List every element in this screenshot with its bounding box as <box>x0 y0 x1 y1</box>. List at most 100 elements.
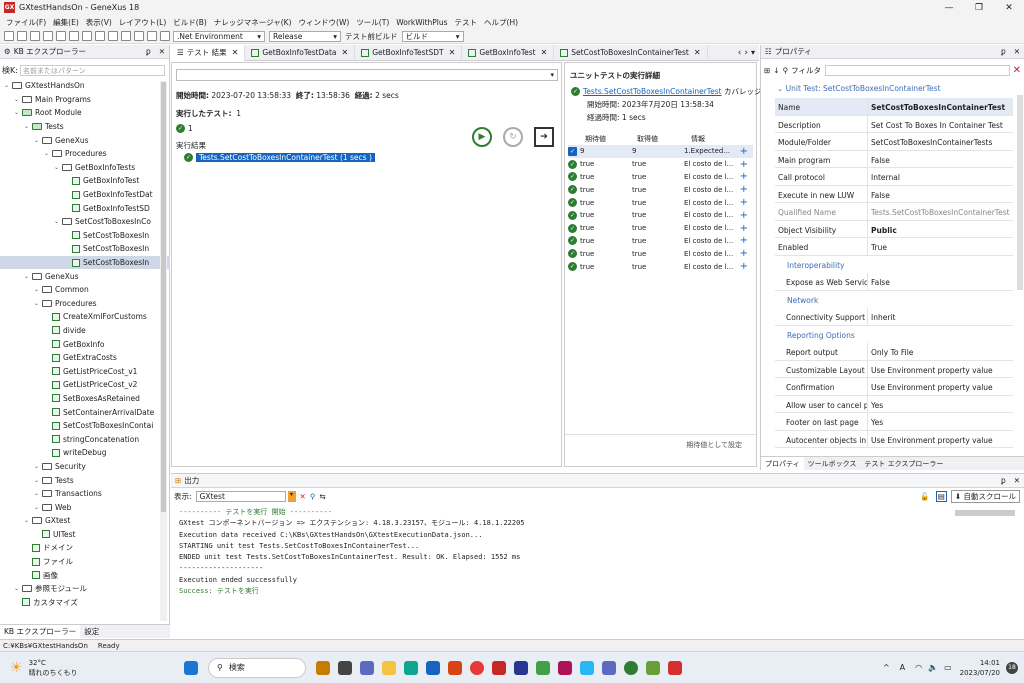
tabs-right-icon[interactable]: › <box>744 48 748 58</box>
plus-icon[interactable]: + <box>740 171 748 182</box>
property-row[interactable]: Description Set Cost To Boxes In Containe… <box>775 115 1013 133</box>
tab-getboxinfotestsdt[interactable]: GetBoxInfoTestSDT ✕ <box>355 44 463 61</box>
property-row[interactable]: Qualified Name Tests.SetCostToBoxesInCont… <box>775 203 1013 221</box>
property-row[interactable]: Allow user to cancel pro Yes <box>775 395 1013 413</box>
tree-item[interactable]: CreateXmlForCustoms <box>0 310 170 324</box>
redo-icon[interactable] <box>108 31 118 41</box>
property-filter-input[interactable] <box>824 64 1010 76</box>
test-result-item[interactable]: ✓ Tests.SetCostToBoxesInContainerTest (1… <box>184 153 375 162</box>
plus-icon[interactable]: + <box>740 223 748 234</box>
chevron-icon[interactable]: ⌄ <box>24 517 32 524</box>
close-icon[interactable]: ✕ <box>541 48 548 57</box>
tree-item[interactable]: ⌄ Root Module <box>0 106 170 120</box>
configuration-select[interactable]: Release ▾ <box>269 30 341 42</box>
plus-icon[interactable]: + <box>740 235 748 246</box>
chevron-icon[interactable]: ⌄ <box>54 164 62 171</box>
tree-item[interactable]: ⌄ Main Programs <box>0 93 170 107</box>
tree-item[interactable]: GetBoxInfo <box>0 337 170 351</box>
chevron-down-icon[interactable]: ▾ <box>287 490 296 502</box>
acrobat-icon[interactable] <box>668 660 682 675</box>
property-row[interactable]: Object Visibility Public <box>775 220 1013 238</box>
skype-icon[interactable] <box>580 660 594 675</box>
property-value[interactable]: Set Cost To Boxes In Container Test <box>868 116 1013 133</box>
tab-properties[interactable]: プロパティ <box>761 456 804 471</box>
property-row[interactable]: Customizable Layout Use Environment prope… <box>775 360 1013 378</box>
tree-item[interactable]: SetCostToBoxesIn <box>0 229 170 243</box>
menu-item[interactable]: 表示(V) <box>86 17 112 28</box>
task-view-icon[interactable] <box>338 660 352 675</box>
tab-getboxinfotest[interactable]: GetBoxInfoTest ✕ <box>462 44 555 61</box>
table-row[interactable]: ✓ true true El costo de l... + <box>568 158 753 171</box>
table-row[interactable]: ✓ true true El costo de l... + <box>568 235 753 248</box>
maximize-icon[interactable]: ❐ <box>964 0 994 15</box>
property-row[interactable]: Call protocol Internal <box>775 168 1013 186</box>
teams-chat-icon[interactable] <box>360 660 374 675</box>
outlook-icon[interactable] <box>426 660 440 675</box>
chevron-icon[interactable]: ⌄ <box>34 490 42 497</box>
menu-item[interactable]: ファイル(F) <box>6 17 46 28</box>
chrome-icon[interactable] <box>624 660 638 675</box>
tree-item[interactable]: ⌄ GeneXus <box>0 269 170 283</box>
property-row[interactable]: Autocenter objects in (C Use Environment … <box>775 430 1013 448</box>
open-icon[interactable] <box>17 31 27 41</box>
tree-item[interactable]: GetBoxInfoTestSD <box>0 201 170 215</box>
property-value[interactable]: Tests.SetCostToBoxesInContainerTest <box>868 203 1013 220</box>
results-filter-select[interactable]: ▾ <box>176 69 558 81</box>
set-expected-button[interactable]: 期待値として設定 <box>686 440 742 450</box>
autoscroll-button[interactable]: ⬇ 自動スクロール <box>950 489 1020 503</box>
property-value[interactable]: Public <box>868 221 1013 238</box>
tab-kb-explorer[interactable]: KB エクスプローラー <box>0 624 81 639</box>
clock[interactable]: 14:01 2023/07/20 <box>960 658 1000 678</box>
property-row[interactable]: Module/Folder SetCostToBoxesInContainerTe… <box>775 133 1013 151</box>
table-row[interactable]: ✓ true true El costo de l... + <box>568 196 753 209</box>
tree-item[interactable]: ⌄ Procedures <box>0 297 170 311</box>
close-icon[interactable]: ✕ <box>1014 47 1020 56</box>
tree-item[interactable]: ⌄ GXtest <box>0 514 170 528</box>
tree-item[interactable]: ドメイン <box>0 541 170 555</box>
categorized-icon[interactable]: ⊞ <box>764 66 770 75</box>
save-all-icon[interactable] <box>43 31 53 41</box>
tree-item[interactable]: GetBoxInfoTest <box>0 174 170 188</box>
menu-item[interactable]: 編集(E) <box>53 17 79 28</box>
property-value[interactable]: False <box>868 186 1013 203</box>
speaker-icon[interactable]: 🔈 <box>928 663 938 672</box>
property-group[interactable]: Reporting Options <box>775 326 1013 344</box>
property-value[interactable]: Yes <box>868 413 1013 430</box>
property-value[interactable]: Yes <box>868 396 1013 413</box>
tree-item[interactable]: UITest <box>0 528 170 542</box>
tree-item[interactable]: 画像 <box>0 568 170 582</box>
menu-item[interactable]: ツール(T) <box>356 17 389 28</box>
tree-item[interactable]: SetBoxesAsRetained <box>0 392 170 406</box>
tree-item[interactable]: SetContainerArrivalDate <box>0 405 170 419</box>
menu-item[interactable]: ウィンドウ(W) <box>299 17 350 28</box>
table-row[interactable]: ✓ true true El costo de l... + <box>568 171 753 184</box>
tree-item[interactable]: stringConcatenation <box>0 432 170 446</box>
table-row[interactable]: ✓ true true El costo de l... + <box>568 183 753 196</box>
property-group[interactable]: Interoperability <box>775 256 1013 274</box>
chevron-icon[interactable]: ⌄ <box>34 137 42 144</box>
plus-icon[interactable]: + <box>740 210 748 221</box>
refresh-icon[interactable] <box>121 31 131 41</box>
property-row[interactable]: Footer on last page Yes <box>775 413 1013 431</box>
chevron-icon[interactable]: ⌄ <box>34 286 42 293</box>
property-value[interactable]: SetCostToBoxesInContainerTest <box>868 98 1013 115</box>
property-value[interactable]: Inherit <box>868 308 1013 325</box>
tree-item[interactable]: ⌄ GeneXus <box>0 133 170 147</box>
pin-icon[interactable]: ꝑ <box>146 47 151 56</box>
tree-scrollbar[interactable] <box>160 81 167 621</box>
windows-start-icon[interactable] <box>184 660 198 675</box>
menu-item[interactable]: ビルド(B) <box>173 17 207 28</box>
table-row[interactable]: ✓ true true El costo de l... + <box>568 222 753 235</box>
rerun-icon[interactable]: ↻ <box>503 127 523 147</box>
tree-item[interactable]: ⌄ Web <box>0 500 170 514</box>
chevron-icon[interactable]: ⌄ <box>34 463 42 470</box>
pin-icon[interactable]: ꝑ <box>1001 476 1006 485</box>
app-icon[interactable] <box>646 660 660 675</box>
minimize-icon[interactable]: — <box>934 0 964 15</box>
wrap-toggle-icon[interactable]: ▤ <box>935 490 947 502</box>
ime-indicator[interactable]: A <box>900 663 905 672</box>
app-icon[interactable] <box>514 660 528 675</box>
tree-item[interactable]: SetCostToBoxesInContai <box>0 419 170 433</box>
paste-icon[interactable] <box>82 31 92 41</box>
lock-icon[interactable]: 🔓 <box>920 492 929 501</box>
